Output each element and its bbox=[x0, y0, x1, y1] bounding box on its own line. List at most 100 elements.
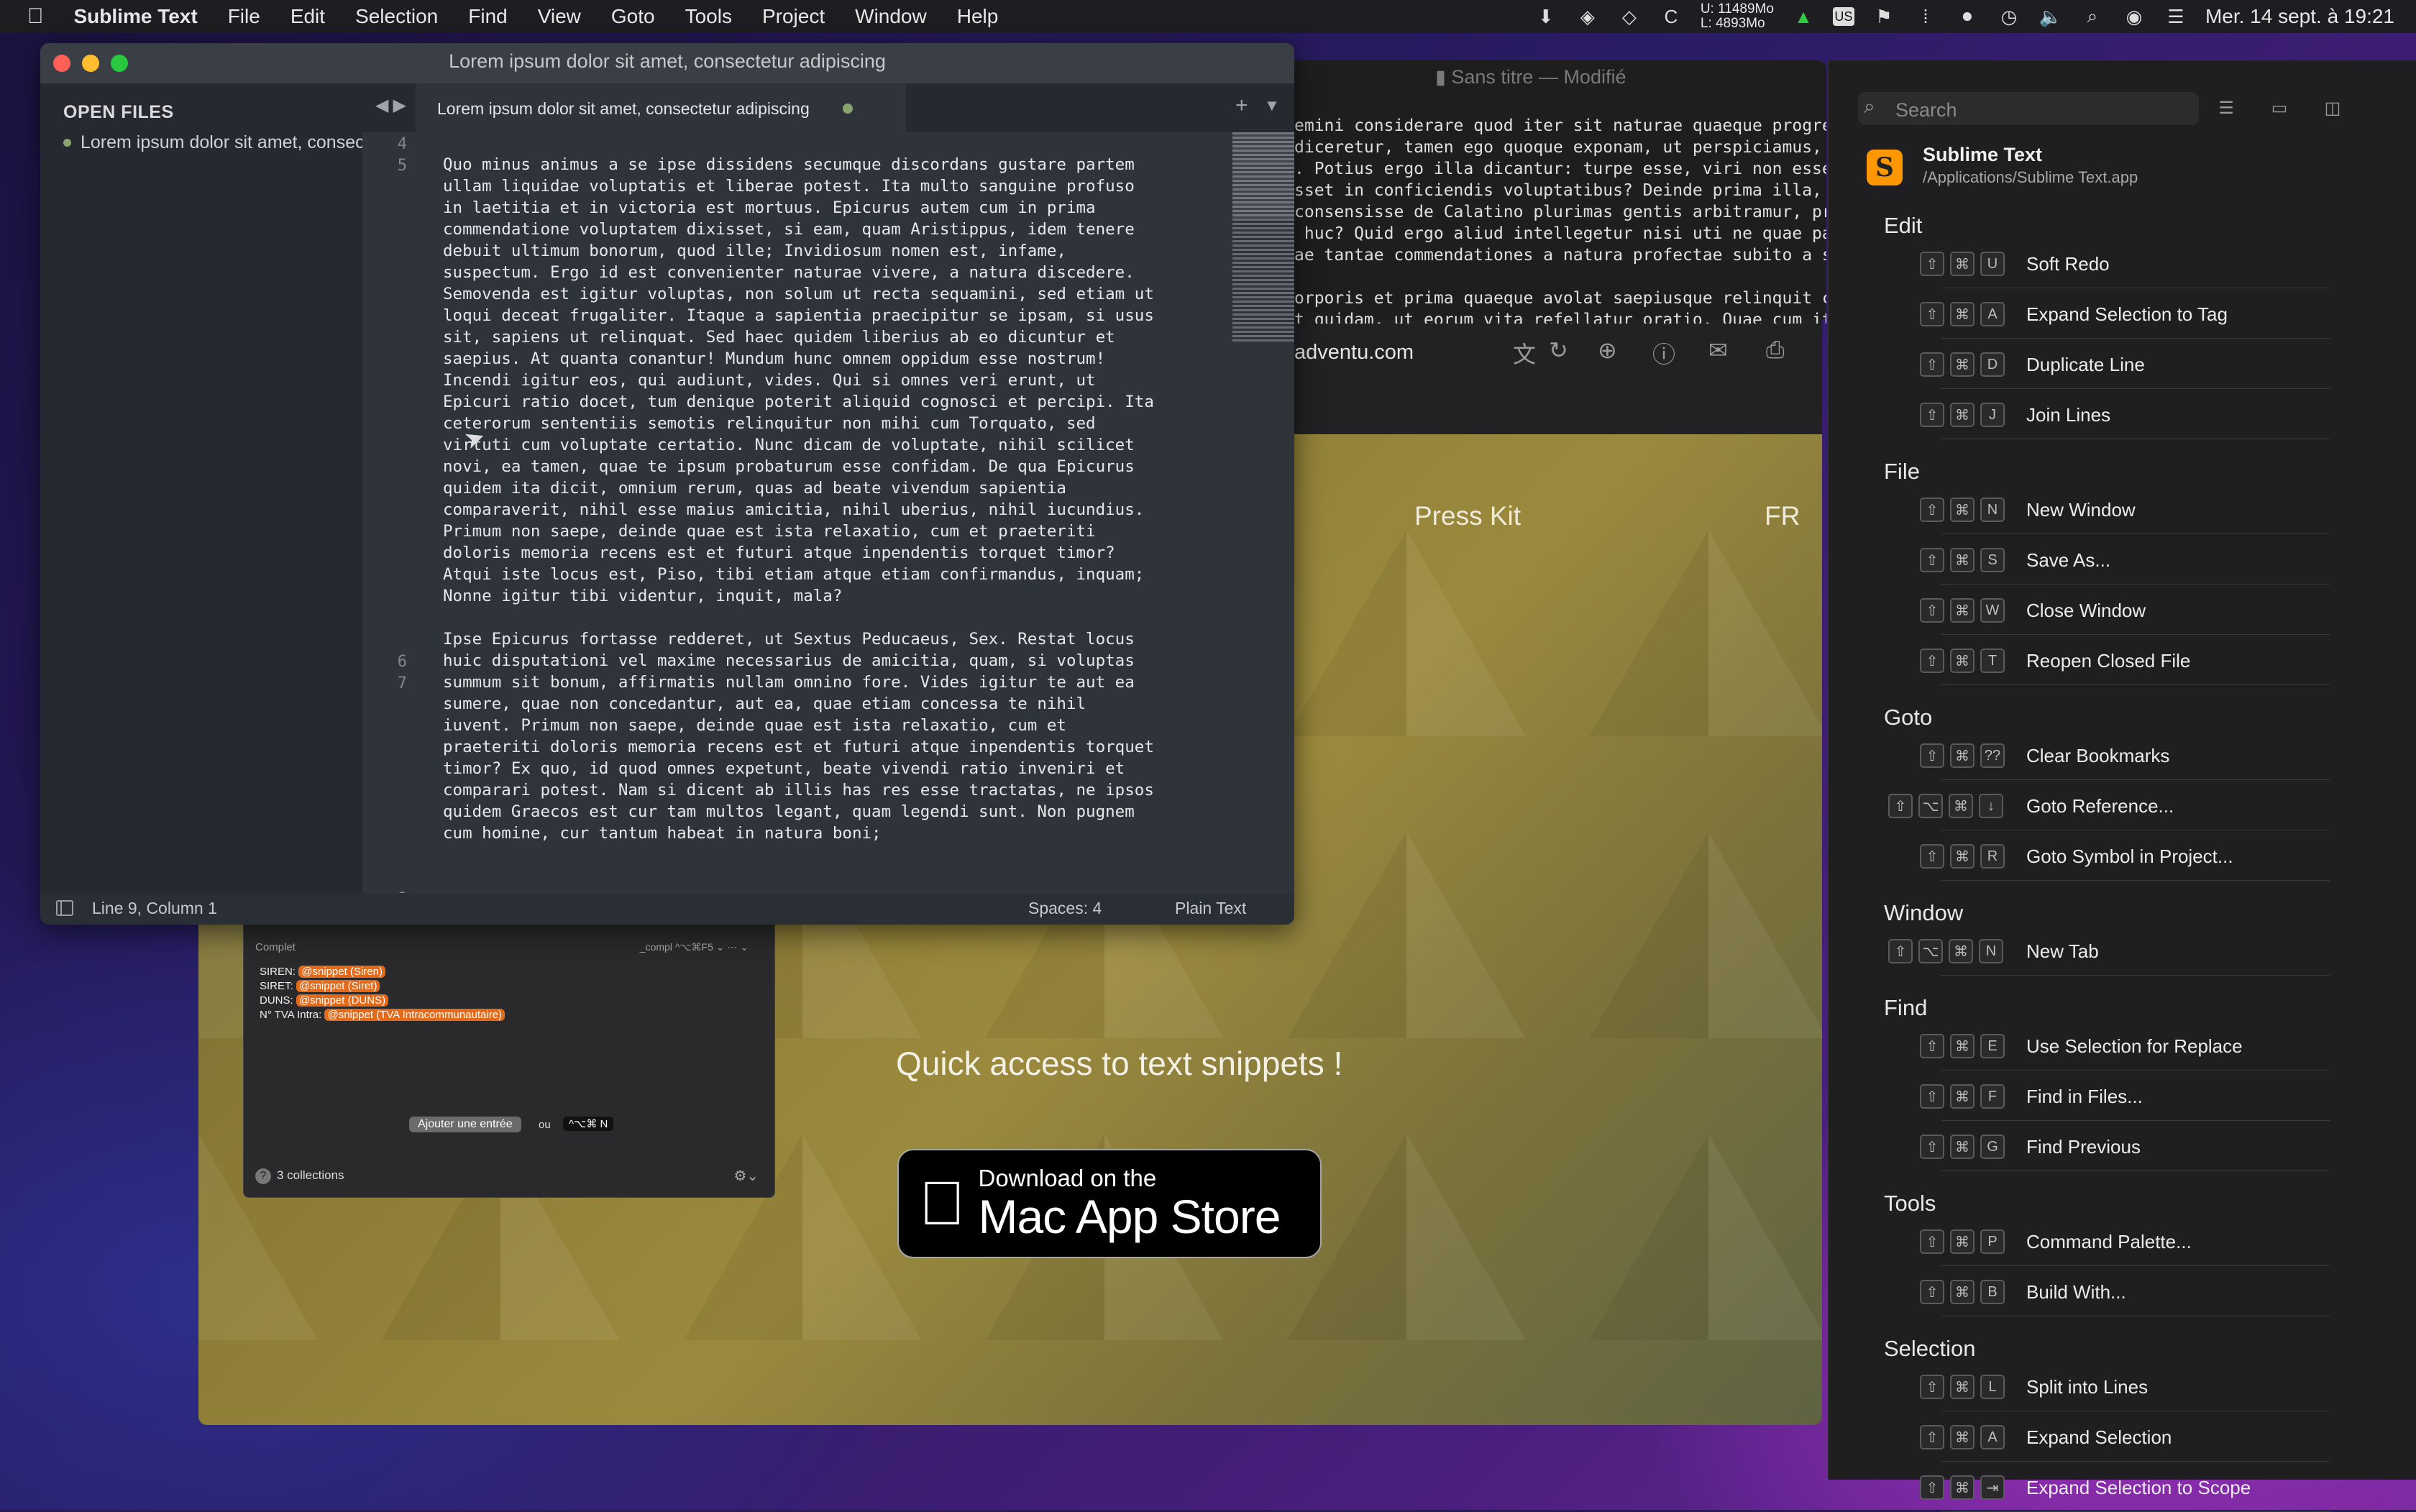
download-status-icon[interactable]: ⬇ bbox=[1534, 6, 1558, 27]
keyboard-layout[interactable]: US bbox=[1832, 7, 1854, 26]
menu-file[interactable]: File bbox=[213, 5, 275, 28]
download-icon[interactable]: ⊕ bbox=[1598, 336, 1617, 364]
record-icon[interactable]: ⏺ bbox=[1955, 5, 1980, 27]
modified-dot-icon bbox=[63, 139, 71, 147]
key-cap: ⇥ bbox=[1980, 1475, 2005, 1500]
shortcut-label[interactable]: Expand Selection to Tag bbox=[2026, 303, 2228, 326]
shortcut-label[interactable]: Close Window bbox=[2026, 600, 2146, 622]
document-icon: ▮ bbox=[1435, 66, 1452, 88]
app-store-download-button[interactable]:  Download on the Mac App Store bbox=[897, 1149, 1322, 1258]
shortcut-label[interactable]: Use Selection for Replace bbox=[2026, 1035, 2243, 1058]
indentation-setting[interactable]: Spaces: 4 bbox=[1028, 899, 1102, 918]
control-center-icon[interactable]: ☰ bbox=[2164, 6, 2188, 27]
or-label: ou bbox=[539, 1119, 551, 1131]
key-cap: ⇧ bbox=[1920, 1280, 1944, 1304]
shortcut-label[interactable]: Find in Files... bbox=[2026, 1086, 2143, 1108]
shortcut-label[interactable]: New Window bbox=[2026, 499, 2136, 521]
user-icon[interactable]: ◉ bbox=[2122, 6, 2146, 27]
shortcut-keys: ⇧ ⌘ A bbox=[1920, 302, 2005, 326]
shortcut-label[interactable]: Soft Redo bbox=[2026, 253, 2110, 275]
sidebar-open-file[interactable]: Lorem ipsum dolor sit amet, consectetur … bbox=[81, 132, 362, 153]
flag-icon[interactable]: ⚑ bbox=[1872, 6, 1896, 27]
key-cap: ⇧ bbox=[1920, 1034, 1944, 1058]
textedit-body[interactable]: emini considerare quod iter sit naturae … bbox=[1294, 115, 1826, 324]
menu-help[interactable]: Help bbox=[942, 5, 1014, 28]
menu-view[interactable]: View bbox=[523, 5, 596, 28]
menu-edit[interactable]: Edit bbox=[275, 5, 340, 28]
menu-window[interactable]: Window bbox=[840, 5, 942, 28]
layers-icon[interactable]: ◇ bbox=[1617, 6, 1642, 27]
snippet-row[interactable]: N° TVA Intra: @snippet (TVA Intracommuna… bbox=[260, 1009, 505, 1021]
nav-language[interactable]: FR bbox=[1765, 501, 1800, 531]
shortcut-keys: ⇧ ⌘ F bbox=[1920, 1084, 2005, 1109]
shortcut-label[interactable]: Goto Symbol in Project... bbox=[2026, 846, 2233, 868]
cheatsheet-app-name: Sublime Text bbox=[1923, 144, 2043, 165]
line-number-gutter bbox=[362, 132, 441, 893]
dropbox-icon[interactable]: ◈ bbox=[1575, 6, 1600, 27]
row-divider bbox=[1941, 1070, 2330, 1071]
tab-list-chevron-down-icon[interactable]: ▼ bbox=[1264, 96, 1280, 115]
shortcut-label[interactable]: Expand Selection to Scope bbox=[2026, 1477, 2251, 1499]
menubar-clock[interactable]: Mer. 14 sept. à 19:21 bbox=[2205, 5, 2394, 28]
key-cap: ?? bbox=[1980, 743, 2005, 768]
snippet-header-shortcut[interactable]: _compl ^⌥⌘F5 ⌄ ⋯ ⌄ bbox=[640, 941, 749, 953]
address-bar-url[interactable]: adventu.com bbox=[1294, 341, 1414, 365]
time-machine-icon[interactable]: ◷ bbox=[1997, 6, 2021, 27]
network-up-icon[interactable]: ▲ bbox=[1791, 6, 1816, 27]
collections-count-label: 3 collections bbox=[277, 1168, 344, 1182]
mail-icon[interactable]: ✉ bbox=[1708, 336, 1728, 364]
help-icon[interactable]: ? bbox=[255, 1168, 271, 1184]
snippet-collection-name[interactable]: Complet bbox=[255, 941, 296, 953]
shortcut-keys: ⇧ ⌘ D bbox=[1920, 352, 2005, 377]
section-find: Find bbox=[1884, 995, 1928, 1020]
memory-monitor[interactable]: U: 11489Mo L: 4893Mo bbox=[1701, 2, 1774, 31]
section-file: File bbox=[1884, 459, 1920, 484]
spotlight-search-icon[interactable]: ⌕ bbox=[2080, 5, 2105, 27]
snippet-row[interactable]: SIREN: @snippet (Siren) bbox=[260, 966, 385, 978]
shortcut-label[interactable]: Clear Bookmarks bbox=[2026, 745, 2169, 767]
shortcut-label[interactable]: Join Lines bbox=[2026, 404, 2110, 426]
menu-tools[interactable]: Tools bbox=[670, 5, 747, 28]
toggle-sidebar-icon[interactable] bbox=[56, 900, 73, 916]
shortcut-label[interactable]: New Tab bbox=[2026, 940, 2099, 963]
open-files-header: OPEN FILES bbox=[63, 102, 174, 122]
list-filter-icon[interactable]: ☰ bbox=[2213, 98, 2239, 118]
shortcut-label[interactable]: Goto Reference... bbox=[2026, 795, 2174, 817]
menu-find[interactable]: Find bbox=[453, 5, 522, 28]
menu-project[interactable]: Project bbox=[747, 5, 840, 28]
shortcut-label[interactable]: Save As... bbox=[2026, 549, 2110, 572]
unsaved-dot-icon[interactable] bbox=[843, 104, 853, 114]
split-pane-icon[interactable]: ◫ bbox=[2320, 98, 2346, 118]
minimap-viewport[interactable] bbox=[1232, 132, 1294, 219]
shortcut-label[interactable]: Find Previous bbox=[2026, 1136, 2141, 1158]
apple-menu-icon[interactable]:  bbox=[0, 4, 59, 29]
shortcut-label[interactable]: Command Palette... bbox=[2026, 1231, 2192, 1253]
nav-press-kit[interactable]: Press Kit bbox=[1414, 501, 1521, 531]
tab-navigation-arrows-icon[interactable]: ◀▶ bbox=[375, 95, 411, 116]
sync-icon[interactable]: C bbox=[1659, 6, 1683, 27]
add-entry-button[interactable]: Ajouter une entrée bbox=[409, 1117, 521, 1132]
volume-icon[interactable]: 🔈 bbox=[2038, 6, 2063, 27]
key-cap: F bbox=[1980, 1084, 2005, 1109]
window-tiling-icon[interactable]: ⁞ bbox=[1913, 6, 1938, 27]
cheatsheet-search-input[interactable] bbox=[1894, 96, 2192, 124]
menu-goto[interactable]: Goto bbox=[596, 5, 670, 28]
reload-icon[interactable]: ↻ bbox=[1549, 336, 1568, 364]
snippet-row[interactable]: DUNS: @snippet (DUNS) bbox=[260, 994, 389, 1007]
shortcut-label[interactable]: Expand Selection bbox=[2026, 1426, 2172, 1449]
gear-icon[interactable]: ⚙⌄ bbox=[733, 1167, 759, 1185]
shortcut-label[interactable]: Reopen Closed File bbox=[2026, 650, 2190, 672]
snippet-row[interactable]: SIRET: @snippet (Siret) bbox=[260, 980, 380, 992]
shortcut-label[interactable]: Build With... bbox=[2026, 1281, 2126, 1303]
code-editor-text[interactable]: Quo minus animus a se ipse dissidens sec… bbox=[443, 154, 1227, 844]
translate-icon[interactable]: 文 bbox=[1513, 336, 1536, 370]
new-tab-plus-icon[interactable]: + bbox=[1235, 93, 1248, 118]
syntax-selector[interactable]: Plain Text bbox=[1175, 899, 1246, 918]
shortcut-label[interactable]: Split into Lines bbox=[2026, 1376, 2148, 1398]
single-pane-icon[interactable]: ▭ bbox=[2266, 98, 2292, 118]
info-icon[interactable]: ⓘ bbox=[1652, 336, 1675, 370]
menu-app-name[interactable]: Sublime Text bbox=[59, 5, 213, 28]
shortcut-label[interactable]: Duplicate Line bbox=[2026, 354, 2145, 376]
print-icon[interactable]: ⎙ bbox=[1766, 336, 1785, 364]
menu-selection[interactable]: Selection bbox=[340, 5, 453, 28]
